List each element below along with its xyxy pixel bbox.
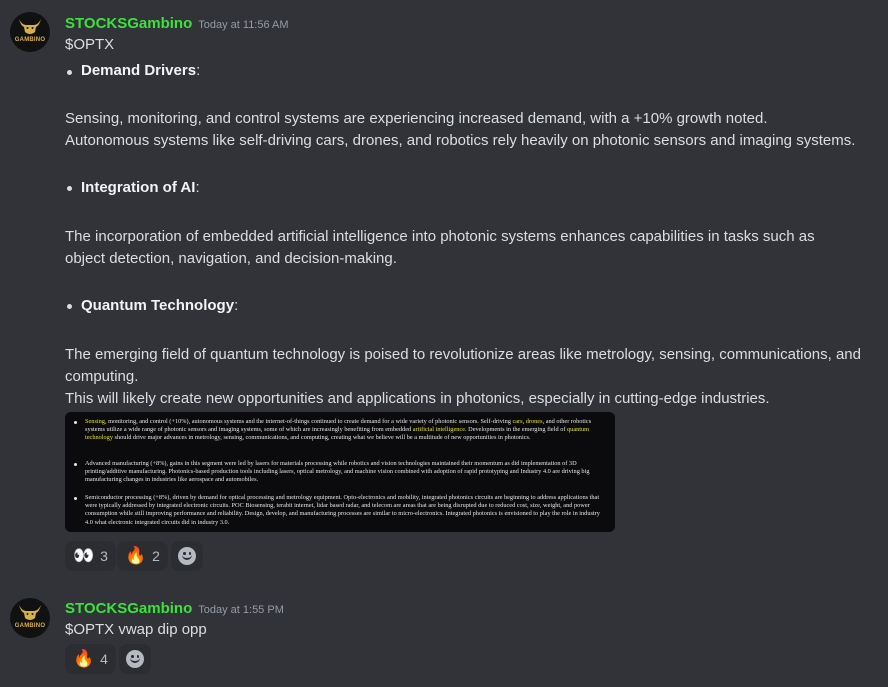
highlighted-text: cars bbox=[512, 418, 523, 425]
smiley-icon bbox=[126, 650, 144, 668]
reaction-fire[interactable]: 🔥 4 bbox=[65, 644, 116, 674]
reaction-fire[interactable]: 🔥 2 bbox=[117, 541, 168, 571]
fire-icon: 🔥 bbox=[125, 546, 147, 566]
paragraph: Autonomous systems like self-driving car… bbox=[65, 132, 856, 149]
avatar-label: GAMBINO bbox=[14, 37, 46, 43]
smiley-icon bbox=[178, 547, 196, 565]
bull-logo-icon bbox=[19, 605, 41, 620]
message-header: STOCKSGambino Today at 11:56 AM bbox=[65, 13, 289, 32]
image-paragraph: Advanced manufacturing (+8%), gains in t… bbox=[85, 460, 590, 484]
section-heading: Quantum Technology bbox=[81, 297, 235, 314]
image-text: should drive major advances in metrology… bbox=[112, 434, 531, 442]
image-paragraph: Sensing, monitoring, and control (+10%),… bbox=[85, 418, 609, 443]
ticker-text: $OPTX bbox=[65, 36, 115, 53]
attached-image[interactable]: Sensing, monitoring, and control (+10%),… bbox=[65, 412, 615, 532]
bullet-icon bbox=[67, 304, 72, 309]
paragraph: The emerging field of quantum technology… bbox=[65, 346, 861, 363]
section-heading: Demand Drivers bbox=[81, 62, 197, 79]
message-header: STOCKSGambino Today at 1:55 PM bbox=[65, 598, 284, 617]
avatar-label: GAMBINO bbox=[14, 623, 46, 629]
bullet-icon bbox=[67, 70, 72, 75]
username[interactable]: STOCKSGambino bbox=[65, 600, 192, 617]
reaction-eyes[interactable]: 👀 3 bbox=[65, 541, 116, 571]
timestamp[interactable]: Today at 11:56 AM bbox=[198, 19, 288, 31]
message-text: $OPTX vwap dip opp bbox=[65, 621, 207, 638]
section-heading: Integration of AI bbox=[81, 179, 196, 196]
section-heading-line: Demand Drivers: bbox=[81, 62, 201, 79]
paragraph: The incorporation of embedded artificial… bbox=[65, 228, 815, 245]
image-text: . Developments in the emerging field of bbox=[465, 426, 568, 434]
reaction-count: 3 bbox=[100, 548, 108, 564]
paragraph: computing. bbox=[65, 368, 139, 385]
image-text: , monitoring, and control (+10%), autono… bbox=[104, 418, 513, 425]
fire-icon: 🔥 bbox=[73, 649, 95, 669]
timestamp[interactable]: Today at 1:55 PM bbox=[198, 604, 284, 616]
avatar[interactable]: GAMBINO bbox=[10, 598, 50, 638]
highlighted-text: drones bbox=[525, 418, 543, 425]
bullet-icon bbox=[74, 421, 77, 424]
paragraph: object detection, navigation, and decisi… bbox=[65, 250, 397, 267]
paragraph: Sensing, monitoring, and control systems… bbox=[65, 110, 768, 127]
username[interactable]: STOCKSGambino bbox=[65, 15, 192, 32]
highlighted-text: Sensing bbox=[85, 418, 105, 425]
bullet-icon bbox=[74, 497, 77, 500]
reaction-count: 4 bbox=[100, 651, 108, 667]
section-heading-line: Quantum Technology: bbox=[81, 297, 239, 314]
highlighted-text: artificial intelligence bbox=[412, 426, 465, 434]
bullet-icon bbox=[67, 186, 72, 191]
reaction-count: 2 bbox=[152, 548, 160, 564]
paragraph: This will likely create new opportunitie… bbox=[65, 390, 770, 407]
image-paragraph: Semiconductor processing (+8%), driven b… bbox=[85, 494, 600, 526]
eyes-icon: 👀 bbox=[73, 546, 95, 566]
add-reaction-button[interactable] bbox=[119, 644, 151, 674]
bull-logo-icon bbox=[19, 19, 41, 34]
bullet-icon bbox=[74, 463, 77, 466]
section-heading-line: Integration of AI: bbox=[81, 179, 200, 196]
avatar[interactable]: GAMBINO bbox=[10, 12, 50, 52]
add-reaction-button[interactable] bbox=[171, 541, 203, 571]
